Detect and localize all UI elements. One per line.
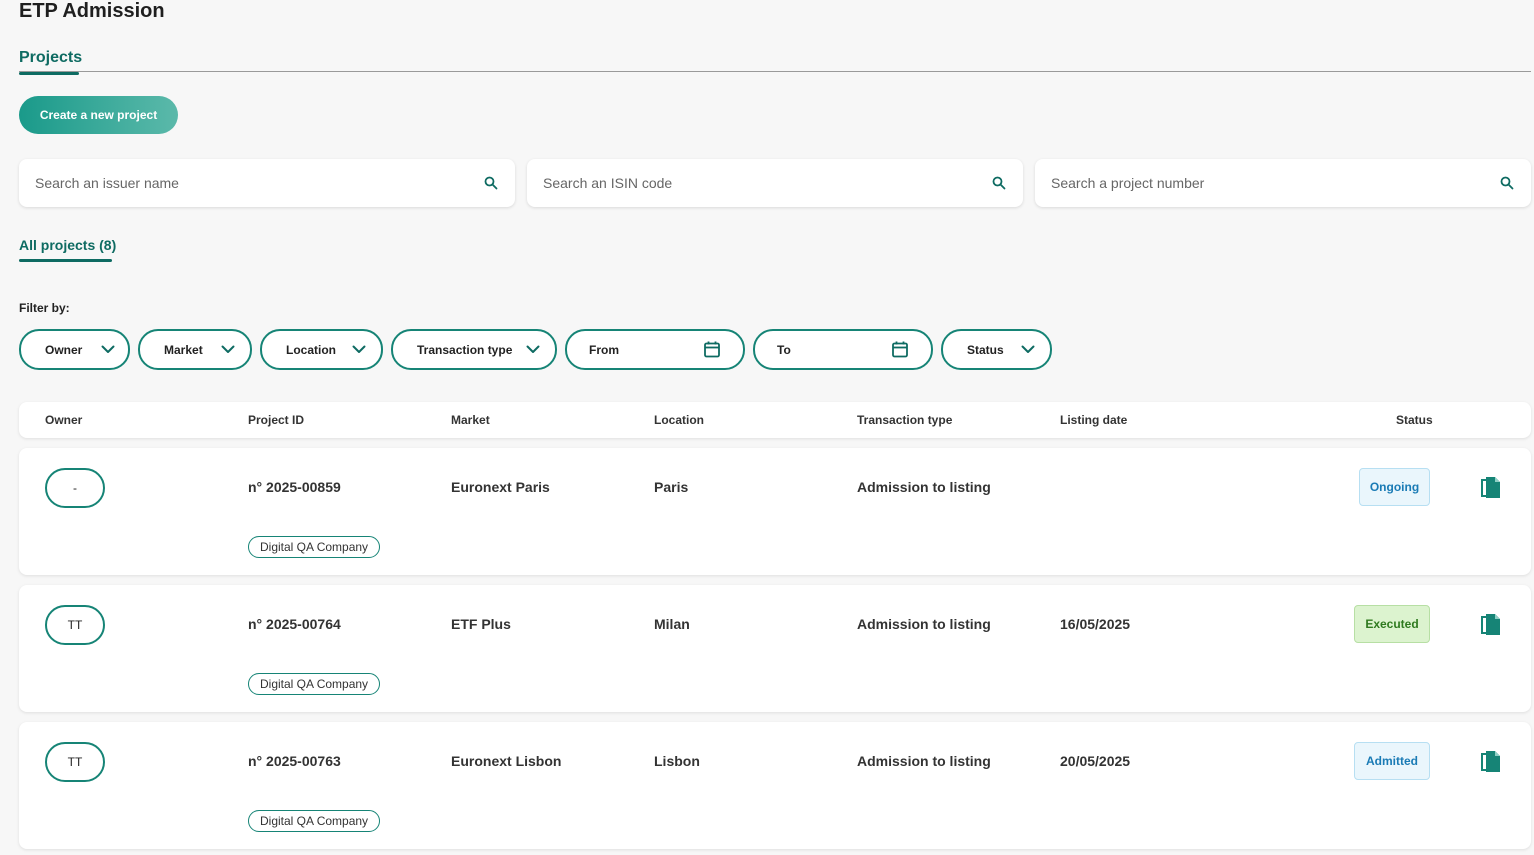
document-icon[interactable]	[1480, 613, 1502, 637]
document-icon[interactable]	[1480, 750, 1502, 774]
calendar-icon	[892, 341, 908, 358]
column-header-transaction-type[interactable]: Transaction type	[857, 413, 952, 427]
listing-date-cell: 20/05/2025	[1060, 753, 1131, 769]
column-header-market[interactable]: Market	[451, 413, 490, 427]
listing-date-cell: 16/05/2025	[1060, 616, 1131, 632]
document-icon[interactable]	[1480, 476, 1502, 500]
column-header-status[interactable]: Status	[1396, 413, 1433, 427]
filter-transaction-type[interactable]: Transaction type	[391, 329, 557, 370]
status-badge: Admitted	[1354, 742, 1430, 780]
chevron-down-icon	[352, 345, 366, 354]
filter-from-label: From	[589, 342, 619, 357]
project-id: n° 2025-00764	[248, 616, 341, 632]
project-id: n° 2025-00763	[248, 753, 341, 769]
search-icon[interactable]	[991, 175, 1007, 191]
search-icon[interactable]	[483, 175, 499, 191]
transaction-type-cell: Admission to listing	[857, 753, 991, 769]
table-row[interactable]: TT n° 2025-00764 Digital QA Company ETF …	[19, 585, 1531, 712]
project-id: n° 2025-00859	[248, 479, 341, 495]
column-header-project-id[interactable]: Project ID	[248, 413, 304, 427]
filter-market-label: Market	[164, 342, 203, 357]
filter-location[interactable]: Location	[260, 329, 383, 370]
filter-from-date[interactable]: From	[565, 329, 745, 370]
filter-status-label: Status	[967, 342, 1004, 357]
issuer-search-input[interactable]	[19, 174, 483, 192]
create-project-button[interactable]: Create a new project	[19, 96, 178, 134]
status-badge: Ongoing	[1359, 468, 1430, 506]
filter-status[interactable]: Status	[941, 329, 1052, 370]
column-header-listing-date[interactable]: Listing date	[1060, 413, 1127, 427]
chevron-down-icon	[221, 345, 235, 354]
table-row[interactable]: TT n° 2025-00763 Digital QA Company Euro…	[19, 722, 1531, 849]
filter-to-date[interactable]: To	[753, 329, 933, 370]
subtab-active-indicator	[19, 259, 112, 262]
location-cell: Milan	[654, 616, 690, 632]
status-badge: Executed	[1354, 605, 1430, 643]
location-cell: Lisbon	[654, 753, 700, 769]
isin-search-box	[527, 159, 1023, 207]
isin-search-input[interactable]	[527, 174, 991, 192]
market-cell: Euronext Lisbon	[451, 753, 562, 769]
tab-projects[interactable]: Projects	[19, 49, 82, 67]
filter-owner-label: Owner	[45, 342, 83, 357]
owner-pill[interactable]: TT	[45, 605, 105, 645]
filter-market[interactable]: Market	[138, 329, 252, 370]
company-tag: Digital QA Company	[248, 810, 381, 832]
market-cell: ETF Plus	[451, 616, 511, 632]
filter-location-label: Location	[286, 342, 336, 357]
column-header-owner[interactable]: Owner	[45, 413, 82, 427]
issuer-search-box	[19, 159, 515, 207]
tab-all-projects[interactable]: All projects (8)	[19, 237, 116, 253]
project-number-search-input[interactable]	[1035, 174, 1499, 192]
tabs-divider	[19, 71, 1531, 72]
location-cell: Paris	[654, 479, 689, 495]
market-cell: Euronext Paris	[451, 479, 550, 495]
chevron-down-icon	[1021, 345, 1035, 354]
column-header-location[interactable]: Location	[654, 413, 704, 427]
calendar-icon	[704, 341, 720, 358]
transaction-type-cell: Admission to listing	[857, 479, 991, 495]
table-row[interactable]: - n° 2025-00859 Digital QA Company Euron…	[19, 448, 1531, 575]
company-tag: Digital QA Company	[248, 536, 381, 558]
tab-active-indicator	[19, 72, 79, 75]
project-number-search-box	[1035, 159, 1531, 207]
owner-pill[interactable]: TT	[45, 742, 105, 782]
company-tag: Digital QA Company	[248, 673, 381, 695]
page-title: ETP Admission	[19, 0, 165, 22]
transaction-type-cell: Admission to listing	[857, 616, 991, 632]
filter-owner[interactable]: Owner	[19, 329, 130, 370]
filter-transaction-type-label: Transaction type	[417, 342, 513, 357]
owner-pill[interactable]: -	[45, 468, 105, 508]
chevron-down-icon	[101, 345, 115, 354]
chevron-down-icon	[526, 345, 540, 354]
search-icon[interactable]	[1499, 175, 1515, 191]
table-header: Owner Project ID Market Location Transac…	[19, 402, 1531, 438]
filter-label: Filter by:	[19, 301, 70, 315]
filter-to-label: To	[777, 342, 791, 357]
